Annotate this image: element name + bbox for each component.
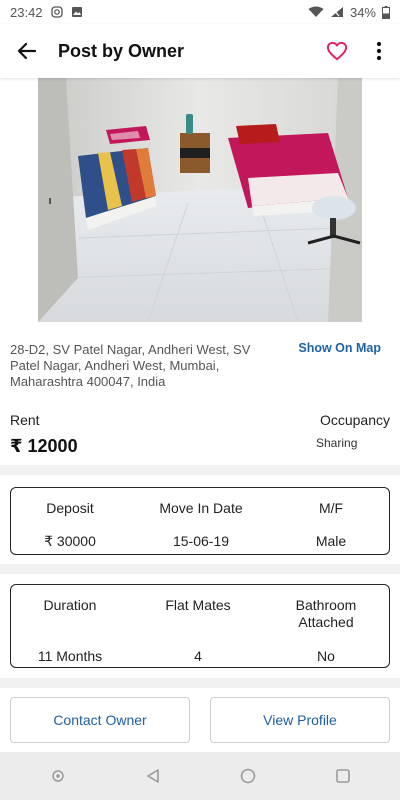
signal-icon: [330, 7, 343, 17]
show-on-map-link[interactable]: Show On Map: [298, 341, 381, 355]
status-bar: 23:42 34%: [0, 0, 400, 24]
battery-percent: 34%: [349, 4, 376, 20]
wifi-icon: [308, 6, 324, 17]
nav-home-button[interactable]: [228, 756, 268, 796]
property-photo[interactable]: [38, 78, 362, 322]
status-time: 23:42: [10, 4, 43, 20]
section-divider: [0, 678, 400, 688]
back-arrow-icon: [17, 42, 37, 60]
nav-back-button[interactable]: [133, 756, 173, 796]
page-title: Post by Owner: [58, 40, 185, 61]
home-nav-icon: [240, 768, 255, 784]
battery-icon: [382, 5, 390, 19]
heart-icon: [326, 41, 348, 61]
rent-value: ₹ 12000: [10, 436, 78, 456]
occupancy-value: Sharing: [316, 436, 358, 450]
deposit-label: Deposit: [46, 500, 94, 516]
nav-recents-button[interactable]: [323, 756, 363, 796]
flat-mates-label: Flat Mates: [165, 597, 231, 613]
move-in-date-value: 15-06-19: [172, 533, 230, 549]
view-profile-button[interactable]: View Profile: [210, 697, 390, 743]
contact-owner-button[interactable]: Contact Owner: [10, 697, 190, 743]
back-nav-icon: [146, 769, 159, 783]
details-card-1: Deposit ₹ 30000 Move In Date 15-06-19 M/…: [10, 487, 390, 555]
gender-value: Male: [315, 533, 347, 549]
occupancy-label: Occupancy: [319, 412, 390, 428]
duration-label: Duration: [43, 597, 97, 613]
section-divider: [0, 564, 400, 574]
image-icon: [71, 7, 82, 17]
gender-label: M/F: [318, 500, 344, 516]
flat-mates-value: 4: [194, 648, 202, 664]
property-photo-container: [0, 78, 400, 322]
bathroom-attached-label: Bathroom Attached: [295, 597, 357, 630]
property-address: 28-D2, SV Patel Nagar, Andheri West, SV …: [10, 342, 251, 389]
rent-label: Rent: [10, 412, 40, 428]
duration-value: 11 Months: [37, 648, 103, 664]
more-options-button[interactable]: [358, 24, 400, 78]
dot-icon: [51, 770, 64, 782]
instagram-icon: [50, 6, 63, 18]
section-divider: [0, 465, 400, 475]
recents-nav-icon: [335, 769, 350, 783]
details-card-2: Duration 11 Months Flat Mates 4 Bathroom…: [10, 584, 390, 668]
back-button[interactable]: [0, 24, 54, 78]
move-in-date-label: Move In Date: [159, 500, 243, 516]
system-nav-bar: [0, 752, 400, 800]
bathroom-attached-value: No: [317, 648, 335, 664]
nav-dot-button[interactable]: [38, 756, 78, 796]
favorite-button[interactable]: [316, 24, 358, 78]
app-bar: Post by Owner: [0, 24, 400, 78]
more-vert-icon: [376, 41, 382, 61]
deposit-value: ₹ 30000: [44, 533, 96, 549]
